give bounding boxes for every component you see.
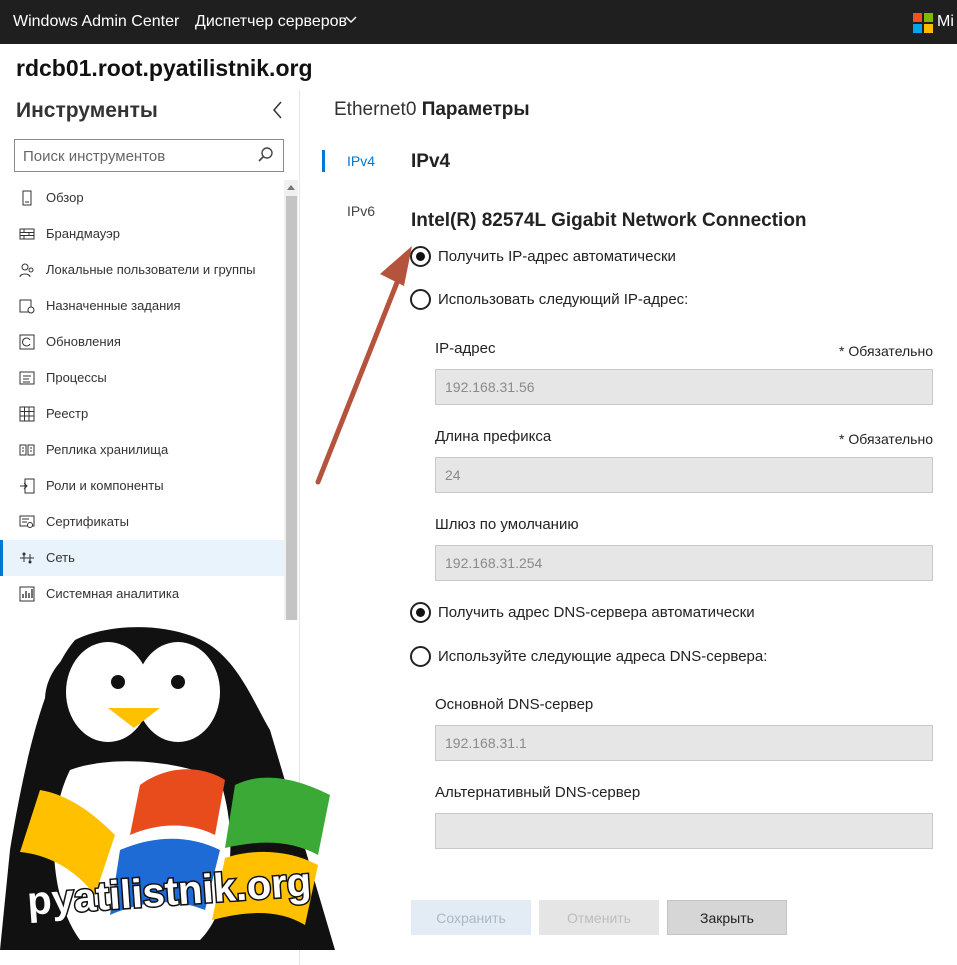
tool-item-certificates[interactable]: Сертификаты (0, 504, 284, 540)
microsoft-text: Mi (937, 13, 954, 30)
chevron-down-icon[interactable] (345, 16, 357, 24)
tool-label: Сертификаты (46, 514, 129, 529)
search-input[interactable] (23, 146, 243, 166)
ip-manual-option[interactable]: Использовать следующий IP-адрес: (410, 288, 688, 310)
prefix-length-input[interactable] (445, 467, 915, 483)
radio-label: Используйте следующие адреса DNS-сервера… (438, 647, 768, 665)
tab-label: IPv6 (347, 203, 376, 219)
dns-manual-radio[interactable] (410, 645, 431, 667)
users-icon (19, 263, 34, 278)
scroll-up-icon[interactable] (287, 184, 295, 190)
tool-item-storage-replica[interactable]: Реплика хранилища (0, 432, 284, 468)
registry-icon (19, 406, 35, 422)
processes-icon (19, 371, 35, 385)
radio-label: Получить адрес DNS-сервера автоматически (438, 603, 755, 621)
prefix-length-field[interactable] (435, 457, 933, 493)
tool-label: Обновления (46, 334, 121, 349)
tool-label: Сеть (46, 550, 75, 565)
tool-label: Реплика хранилища (46, 442, 169, 457)
alternate-dns-field[interactable] (435, 813, 933, 849)
tool-label: Обзор (46, 190, 84, 205)
sidebar-scrollbar[interactable] (284, 180, 298, 620)
tab-label: IPv4 (347, 153, 376, 169)
tool-item-registry[interactable]: Реестр (0, 396, 284, 432)
tool-list: Обзор Брандмауэр Локальные пользователи … (0, 180, 284, 612)
ip-address-input[interactable] (445, 379, 915, 395)
dns-auto-option[interactable]: Получить адрес DNS-сервера автоматически (410, 601, 755, 623)
ip-auto-option[interactable]: Получить IP-адрес автоматически (410, 245, 676, 267)
storage-replica-icon (19, 444, 35, 456)
gateway-input[interactable] (445, 555, 915, 571)
certificates-icon (19, 515, 35, 528)
tool-label: Локальные пользователи и группы (46, 262, 256, 277)
tool-label: Брандмауэр (46, 226, 120, 241)
radio-label: Получить IP-адрес автоматически (438, 247, 676, 265)
radio-label: Использовать следующий IP-адрес: (438, 290, 689, 308)
tool-item-scheduled-tasks[interactable]: Назначенные задания (0, 288, 284, 324)
adapter-name: Intel(R) 82574L Gigabit Network Connecti… (411, 210, 807, 231)
tools-title: Инструменты (16, 99, 158, 122)
gateway-field[interactable] (435, 545, 933, 581)
ip-address-field[interactable] (435, 369, 933, 405)
primary-dns-label: Основной DNS-сервер (435, 696, 594, 713)
tool-search-box (14, 139, 284, 172)
page-title: rdcb01.root.pyatilistnik.org (16, 55, 313, 81)
tool-item-system-insights[interactable]: Системная аналитика (0, 576, 284, 612)
microsoft-logo-icon (913, 13, 933, 33)
adapter-label: Ethernet0 (334, 99, 417, 120)
tool-item-firewall[interactable]: Брандмауэр (0, 216, 284, 252)
tool-label: Роли и компоненты (46, 478, 164, 493)
ip-version-tabs: IPv4 IPv6 (322, 150, 392, 250)
gateway-label: Шлюз по умолчанию (435, 516, 579, 533)
annotation-arrow (315, 246, 412, 485)
section-title: Ethernet0 Параметры (334, 99, 530, 121)
search-icon[interactable] (257, 146, 275, 164)
tool-item-processes[interactable]: Процессы (0, 360, 284, 396)
ip-address-label: IP-адрес (435, 340, 496, 357)
prefix-length-label: Длина префикса (435, 428, 552, 445)
firewall-icon (19, 228, 35, 240)
overview-icon (22, 190, 32, 206)
roles-icon (20, 478, 35, 494)
alternate-dns-label: Альтернативный DNS-сервер (435, 784, 641, 801)
tool-item-overview[interactable]: Обзор (0, 180, 284, 216)
save-button[interactable]: Сохранить (411, 900, 531, 935)
ipv4-heading: IPv4 (411, 151, 451, 172)
cancel-button[interactable]: Отменить (539, 900, 659, 935)
required-note: * Обязательно (839, 431, 933, 447)
app-title[interactable]: Windows Admin Center (13, 13, 179, 31)
primary-dns-input[interactable] (445, 735, 915, 751)
tool-item-updates[interactable]: Обновления (0, 324, 284, 360)
tab-ipv4[interactable]: IPv4 (322, 150, 392, 200)
dns-manual-option[interactable]: Используйте следующие адреса DNS-сервера… (410, 645, 767, 667)
scrollbar-thumb[interactable] (286, 196, 297, 620)
tool-item-roles[interactable]: Роли и компоненты (0, 468, 284, 504)
tool-item-network[interactable]: Сеть (0, 540, 284, 576)
close-button[interactable]: Закрыть (667, 900, 787, 935)
scheduled-tasks-icon (19, 299, 35, 314)
tool-item-local-users[interactable]: Локальные пользователи и группы (0, 252, 284, 288)
tool-label: Назначенные задания (46, 298, 181, 313)
tool-label: Процессы (46, 370, 107, 385)
primary-dns-field[interactable] (435, 725, 933, 761)
collapse-sidebar-icon[interactable] (270, 100, 286, 120)
top-bar: Windows Admin Center Диспетчер серверов … (0, 0, 957, 44)
updates-icon (19, 334, 35, 350)
server-manager-menu[interactable]: Диспетчер серверов (195, 13, 347, 31)
dns-auto-radio[interactable] (410, 601, 431, 623)
tool-label: Реестр (46, 406, 89, 421)
alternate-dns-input[interactable] (445, 823, 915, 839)
tool-label: Системная аналитика (46, 586, 180, 601)
network-icon (20, 552, 34, 564)
required-note: * Обязательно (839, 343, 933, 359)
insights-icon (19, 586, 35, 602)
pyatilistnik-logo: pyatilistnik.org (0, 627, 335, 950)
settings-title: Параметры (421, 99, 530, 120)
